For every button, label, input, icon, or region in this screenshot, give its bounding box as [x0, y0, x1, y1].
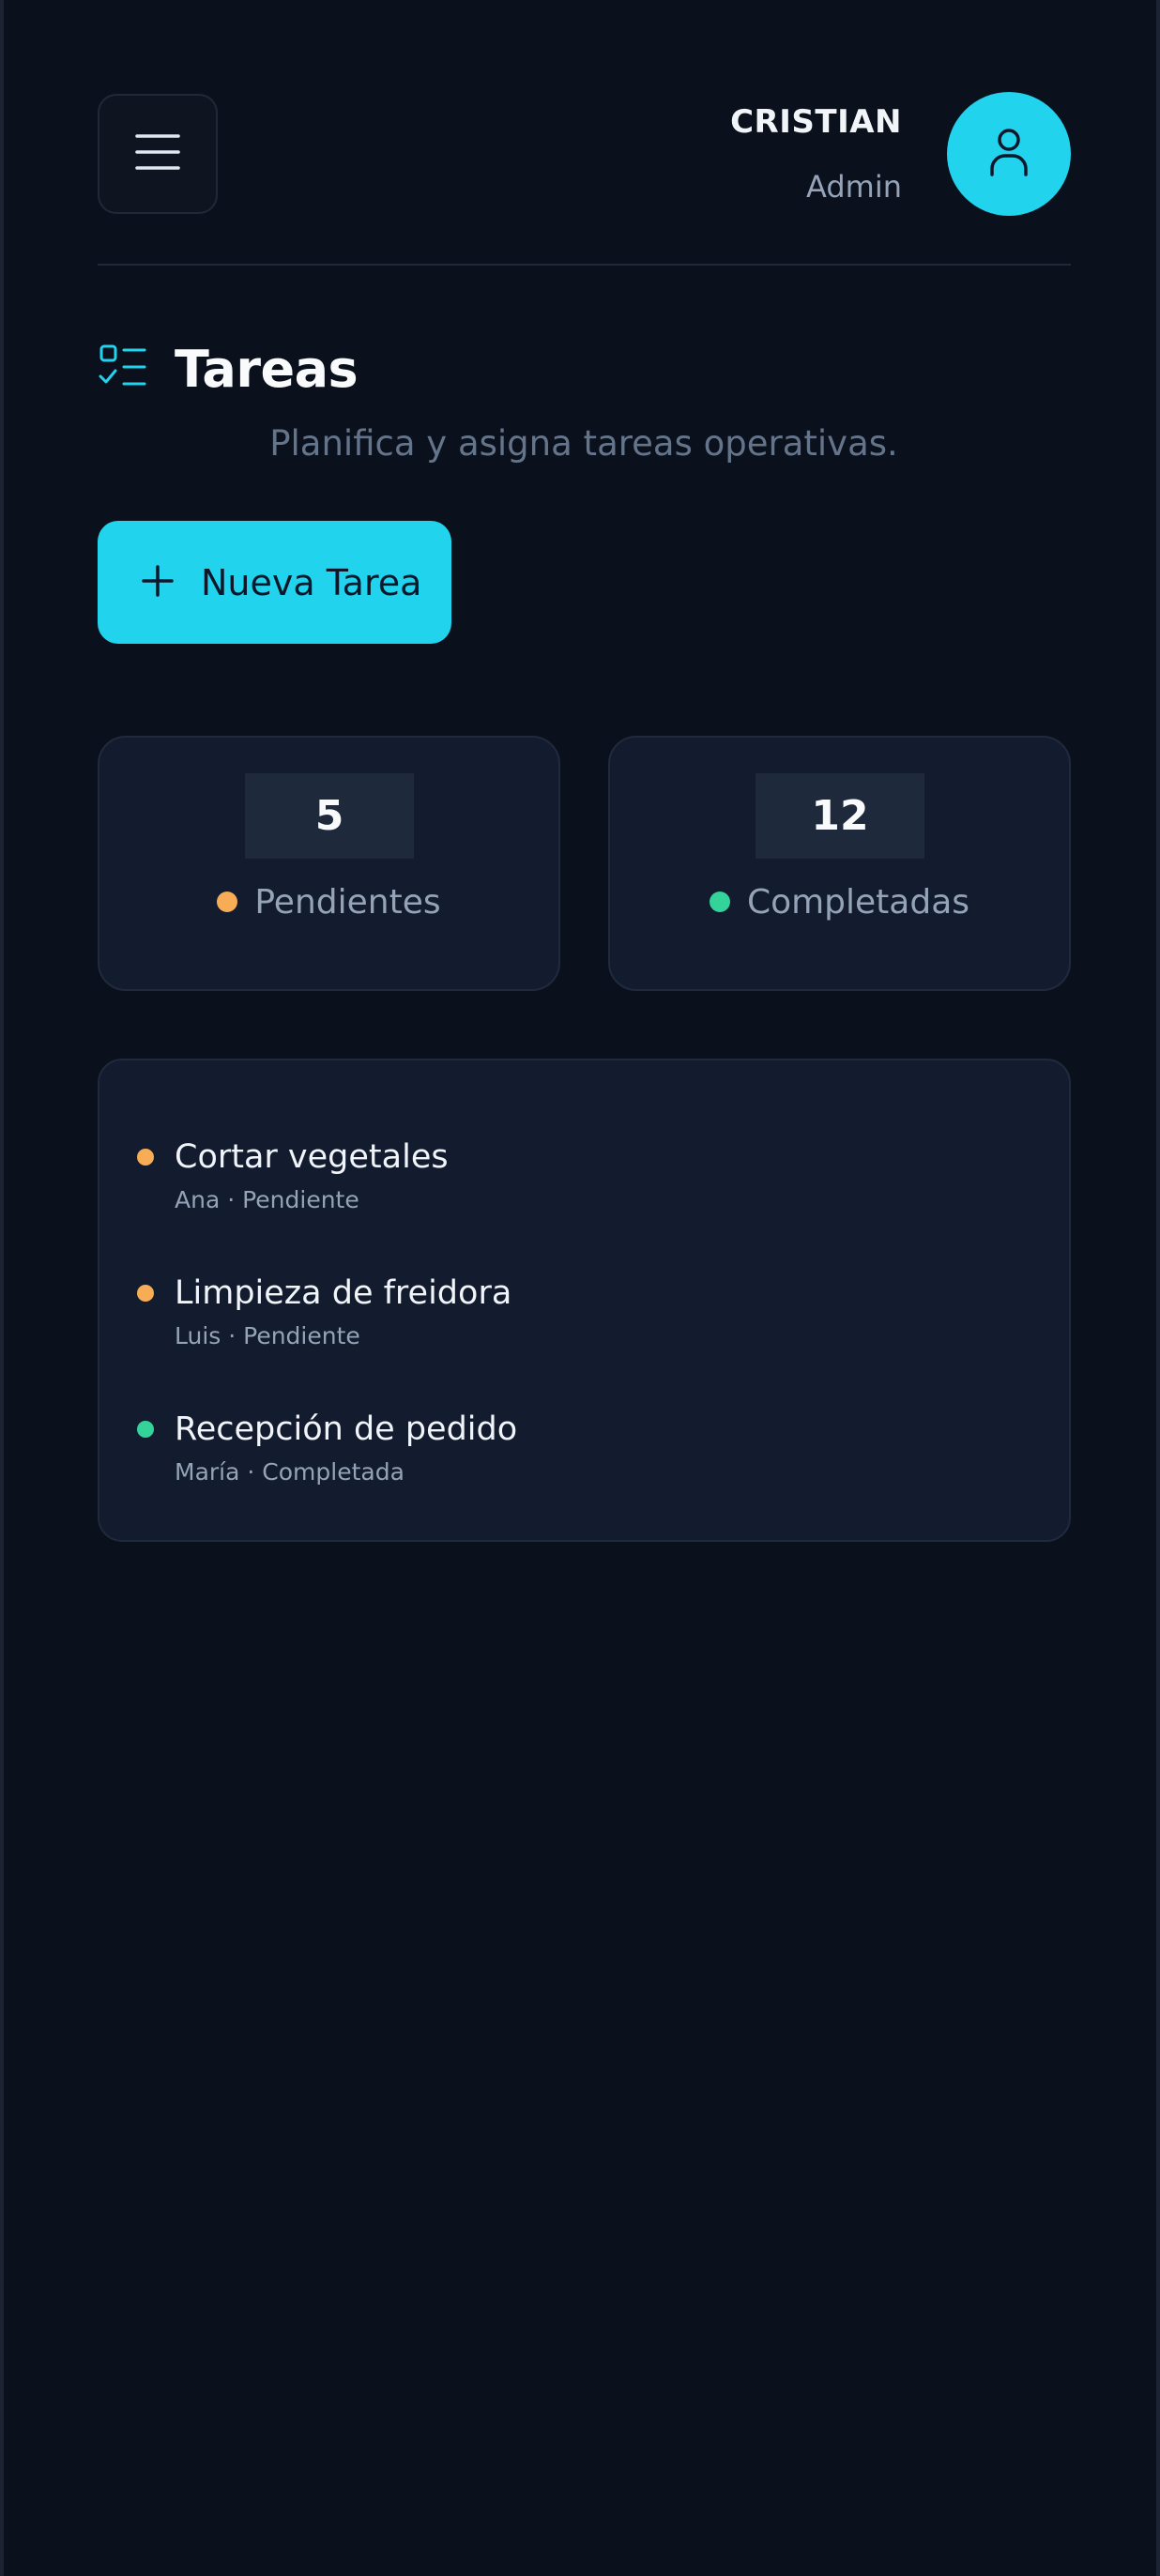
task-title: Cortar vegetales: [175, 1138, 449, 1176]
task-list: Cortar vegetales Ana · Pendiente Limpiez…: [98, 1059, 1071, 1542]
stat-card-completed: 12 Completadas: [608, 736, 1071, 991]
stat-value: 12: [756, 773, 924, 859]
page-heading: Tareas: [98, 336, 359, 402]
list-item[interactable]: Cortar vegetales Ana · Pendiente: [137, 1136, 1029, 1229]
hamburger-menu-icon: [135, 132, 180, 175]
completed-dot-icon: [137, 1421, 154, 1438]
new-task-button[interactable]: Nueva Tarea: [98, 521, 451, 644]
stat-label-row: Completadas: [610, 878, 1069, 925]
pending-dot-icon: [137, 1285, 154, 1302]
list-item[interactable]: Limpieza de freidora Luis · Pendiente: [137, 1272, 1029, 1365]
page-title: Tareas: [175, 339, 359, 399]
avatar[interactable]: [947, 92, 1071, 216]
user-icon: [988, 128, 1030, 180]
stat-label: Completadas: [746, 882, 970, 922]
completed-dot-icon: [709, 892, 730, 912]
new-task-label: Nueva Tarea: [201, 561, 422, 603]
menu-button[interactable]: [98, 94, 218, 214]
user-info: CRISTIAN Admin: [730, 101, 902, 207]
page-subtitle: Planifica y asigna tareas operativas.: [269, 423, 898, 464]
user-role: Admin: [806, 168, 902, 205]
user-name: CRISTIAN: [730, 102, 902, 141]
pending-dot-icon: [137, 1149, 154, 1166]
pending-dot-icon: [217, 892, 238, 912]
task-meta: Luis · Pendiente: [175, 1322, 360, 1349]
list-item[interactable]: Recepción de pedido María · Completada: [137, 1408, 1029, 1501]
stat-label-row: Pendientes: [99, 878, 558, 925]
stat-label: Pendientes: [254, 882, 441, 922]
stat-card-pending: 5 Pendientes: [98, 736, 560, 991]
plus-icon: [141, 564, 175, 602]
task-title: Recepción de pedido: [175, 1410, 518, 1448]
top-header: CRISTIAN Admin: [98, 0, 1071, 266]
stat-value: 5: [245, 773, 414, 859]
task-title: Limpieza de freidora: [175, 1274, 512, 1312]
task-meta: María · Completada: [175, 1458, 404, 1486]
user-profile[interactable]: CRISTIAN Admin: [730, 92, 1071, 216]
task-meta: Ana · Pendiente: [175, 1186, 359, 1213]
task-list-icon: [98, 344, 146, 393]
